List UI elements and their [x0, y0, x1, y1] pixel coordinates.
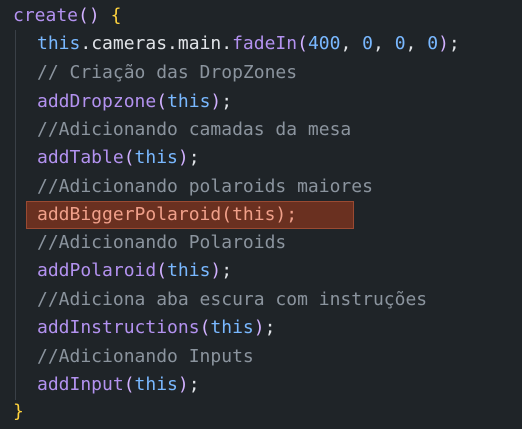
- this-keyword: this: [134, 374, 178, 395]
- code-line-6[interactable]: addTable(this);: [37, 144, 200, 172]
- open-paren: (: [156, 260, 168, 281]
- close-paren: ): [253, 317, 265, 338]
- open-paren: (: [199, 317, 211, 338]
- close-paren: ): [210, 260, 222, 281]
- semicolon: ;: [221, 91, 233, 112]
- this-keyword: this: [134, 147, 178, 168]
- this-keyword: this: [167, 260, 211, 281]
- parens: (): [78, 5, 100, 26]
- code-editor[interactable]: create() { this.cameras.main.fadeIn(400,…: [0, 0, 522, 429]
- code-line-9[interactable]: //Adicionando Polaroids: [37, 229, 286, 257]
- indent-guide: [15, 30, 16, 400]
- this-keyword: this: [37, 33, 81, 54]
- function-call: addTable: [37, 147, 124, 168]
- code-line-11[interactable]: //Adiciona aba escura com instruções: [37, 286, 427, 314]
- function-call: addPolaroid: [37, 260, 157, 281]
- function-name: create: [13, 5, 79, 26]
- number-literal: 0: [394, 33, 406, 54]
- close-paren: ): [177, 374, 189, 395]
- code-line-7[interactable]: //Adicionando polaroids maiores: [37, 173, 373, 201]
- code-line-4[interactable]: addDropzone(this);: [37, 88, 232, 116]
- code-line-5[interactable]: //Adicionando camadas da mesa: [37, 116, 351, 144]
- semicolon: ;: [221, 260, 233, 281]
- code-line-14[interactable]: addInput(this);: [37, 371, 200, 399]
- member-chain: .cameras.main.: [80, 33, 233, 54]
- code-line-15[interactable]: }: [13, 398, 24, 426]
- open-paren: (: [156, 91, 168, 112]
- number-literal: 0: [427, 33, 439, 54]
- open-brace: {: [110, 5, 122, 26]
- number-literal: 400: [307, 33, 341, 54]
- open-paren: (: [123, 147, 135, 168]
- this-keyword: this: [210, 317, 254, 338]
- code-line-10[interactable]: addPolaroid(this);: [37, 257, 232, 285]
- code-line-13[interactable]: //Adicionando Inputs: [37, 343, 254, 371]
- close-paren: ): [177, 147, 189, 168]
- function-call: addDropzone: [37, 91, 157, 112]
- function-call: addInput: [37, 374, 124, 395]
- code-line-3[interactable]: // Criação das DropZones: [37, 59, 297, 87]
- number-literal: 0: [362, 33, 373, 54]
- function-call: addInstructions: [37, 317, 200, 338]
- comma: ,: [373, 33, 395, 54]
- comma: ,: [405, 33, 428, 54]
- semicolon: ;: [188, 374, 200, 395]
- semicolon: ;: [188, 147, 200, 168]
- open-paren: (: [297, 33, 308, 54]
- semicolon: ;: [264, 317, 276, 338]
- code-line-8-highlighted[interactable]: addBiggerPolaroid(this);: [37, 201, 297, 229]
- code-line-2[interactable]: this.cameras.main.fadeIn(400, 0, 0, 0);: [37, 30, 460, 58]
- method-name: fadeIn: [232, 33, 298, 54]
- close-paren: ): [438, 33, 449, 54]
- semicolon: ;: [448, 33, 460, 54]
- open-paren: (: [123, 374, 135, 395]
- close-paren: ): [210, 91, 222, 112]
- code-line-12[interactable]: addInstructions(this);: [37, 314, 275, 342]
- comma: ,: [340, 33, 363, 54]
- this-keyword: this: [167, 91, 211, 112]
- code-line-1[interactable]: create() {: [13, 2, 121, 30]
